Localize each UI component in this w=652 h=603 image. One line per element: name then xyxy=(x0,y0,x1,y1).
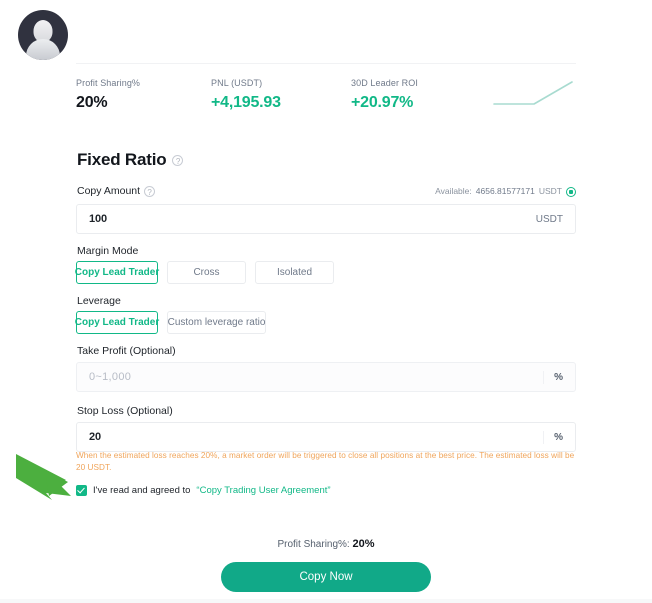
section-title-label: Fixed Ratio xyxy=(77,150,167,169)
take-profit-unit: % xyxy=(543,370,563,384)
take-profit-placeholder: 0~1,000 xyxy=(89,371,132,383)
stop-loss-unit: % xyxy=(543,430,563,444)
footer-profit-sharing: Profit Sharing%: 20% xyxy=(0,538,652,550)
stop-loss-warning: When the estimated loss reaches 20%, a m… xyxy=(76,451,575,472)
available-unit: USDT xyxy=(538,186,562,196)
available-amount: 4656.81577171 xyxy=(475,186,535,196)
stat-value: +4,195.93 xyxy=(211,94,281,111)
stat-30d-leader-roi: 30D Leader ROI +20.97% xyxy=(351,78,418,113)
stop-loss-label: Stop Loss (Optional) xyxy=(77,405,173,418)
take-profit-label: Take Profit (Optional) xyxy=(77,345,176,358)
available-balance: Available: 4656.81577171 USDT xyxy=(435,185,576,198)
stat-label: Profit Sharing% xyxy=(76,78,141,88)
agreement-row[interactable]: I've read and agreed to “Copy Trading Us… xyxy=(76,485,331,496)
copy-now-button[interactable]: Copy Now xyxy=(221,562,431,592)
stop-loss-input[interactable]: 20 % xyxy=(76,422,576,452)
footer-profit-value: 20% xyxy=(352,538,375,550)
footer-profit-label: Profit Sharing%: xyxy=(277,539,350,550)
sparkline-icon xyxy=(493,81,573,105)
avatar-body-shape xyxy=(26,38,60,60)
margin-mode-label-text: Margin Mode xyxy=(77,245,139,257)
take-profit-input[interactable]: 0~1,000 % xyxy=(76,362,576,392)
copy-amount-unit: USDT xyxy=(535,213,563,225)
leverage-copy-lead-trader[interactable]: Copy Lead Trader xyxy=(75,311,159,334)
leverage-custom-ratio[interactable]: Custom leverage ratio xyxy=(167,311,266,334)
avatar[interactable] xyxy=(18,10,68,60)
stat-label: 30D Leader ROI xyxy=(351,78,418,88)
avatar-image xyxy=(18,10,68,60)
stat-pnl: PNL (USDT) +4,195.93 xyxy=(211,78,281,113)
stat-value: 20% xyxy=(76,94,108,111)
stat-label: PNL (USDT) xyxy=(211,78,263,88)
leverage-options: Copy Lead Trader Custom leverage ratio xyxy=(75,311,266,334)
header-divider xyxy=(76,63,576,64)
copy-amount-input[interactable]: 100 USDT xyxy=(76,204,576,234)
stop-loss-value: 20 xyxy=(89,431,102,443)
copy-amount-label: Copy Amount ? xyxy=(77,185,156,198)
leverage-label-text: Leverage xyxy=(77,295,121,307)
agreement-checkbox[interactable] xyxy=(76,485,87,496)
page-title: Fixed Ratio ? xyxy=(77,150,184,170)
stat-profit-sharing: Profit Sharing% 20% xyxy=(76,78,140,113)
agreement-text: I've read and agreed to xyxy=(93,485,191,496)
copy-trade-panel: Profit Sharing% 20% PNL (USDT) +4,195.93… xyxy=(0,0,652,603)
margin-mode-cross[interactable]: Cross xyxy=(167,261,246,284)
stop-loss-label-text: Stop Loss (Optional) xyxy=(77,405,173,417)
copy-amount-value: 100 xyxy=(89,213,108,225)
roi-sparkline-chart xyxy=(490,78,576,114)
margin-mode-isolated[interactable]: Isolated xyxy=(255,261,334,284)
available-prefix: Available: xyxy=(435,186,472,196)
margin-mode-options: Copy Lead Trader Cross Isolated xyxy=(75,261,334,284)
copy-trading-user-agreement-link[interactable]: “Copy Trading User Agreement” xyxy=(196,485,330,496)
help-icon[interactable]: ? xyxy=(144,186,156,197)
margin-mode-copy-lead-trader[interactable]: Copy Lead Trader xyxy=(75,261,159,284)
help-icon[interactable]: ? xyxy=(172,154,184,166)
copy-amount-label-text: Copy Amount xyxy=(77,185,141,197)
stat-value: +20.97% xyxy=(351,94,414,111)
bottom-edge-strip xyxy=(0,599,652,603)
margin-mode-label: Margin Mode xyxy=(77,245,138,258)
take-profit-label-text: Take Profit (Optional) xyxy=(77,345,176,357)
wallet-icon[interactable] xyxy=(566,186,576,197)
leverage-label: Leverage xyxy=(77,295,121,308)
